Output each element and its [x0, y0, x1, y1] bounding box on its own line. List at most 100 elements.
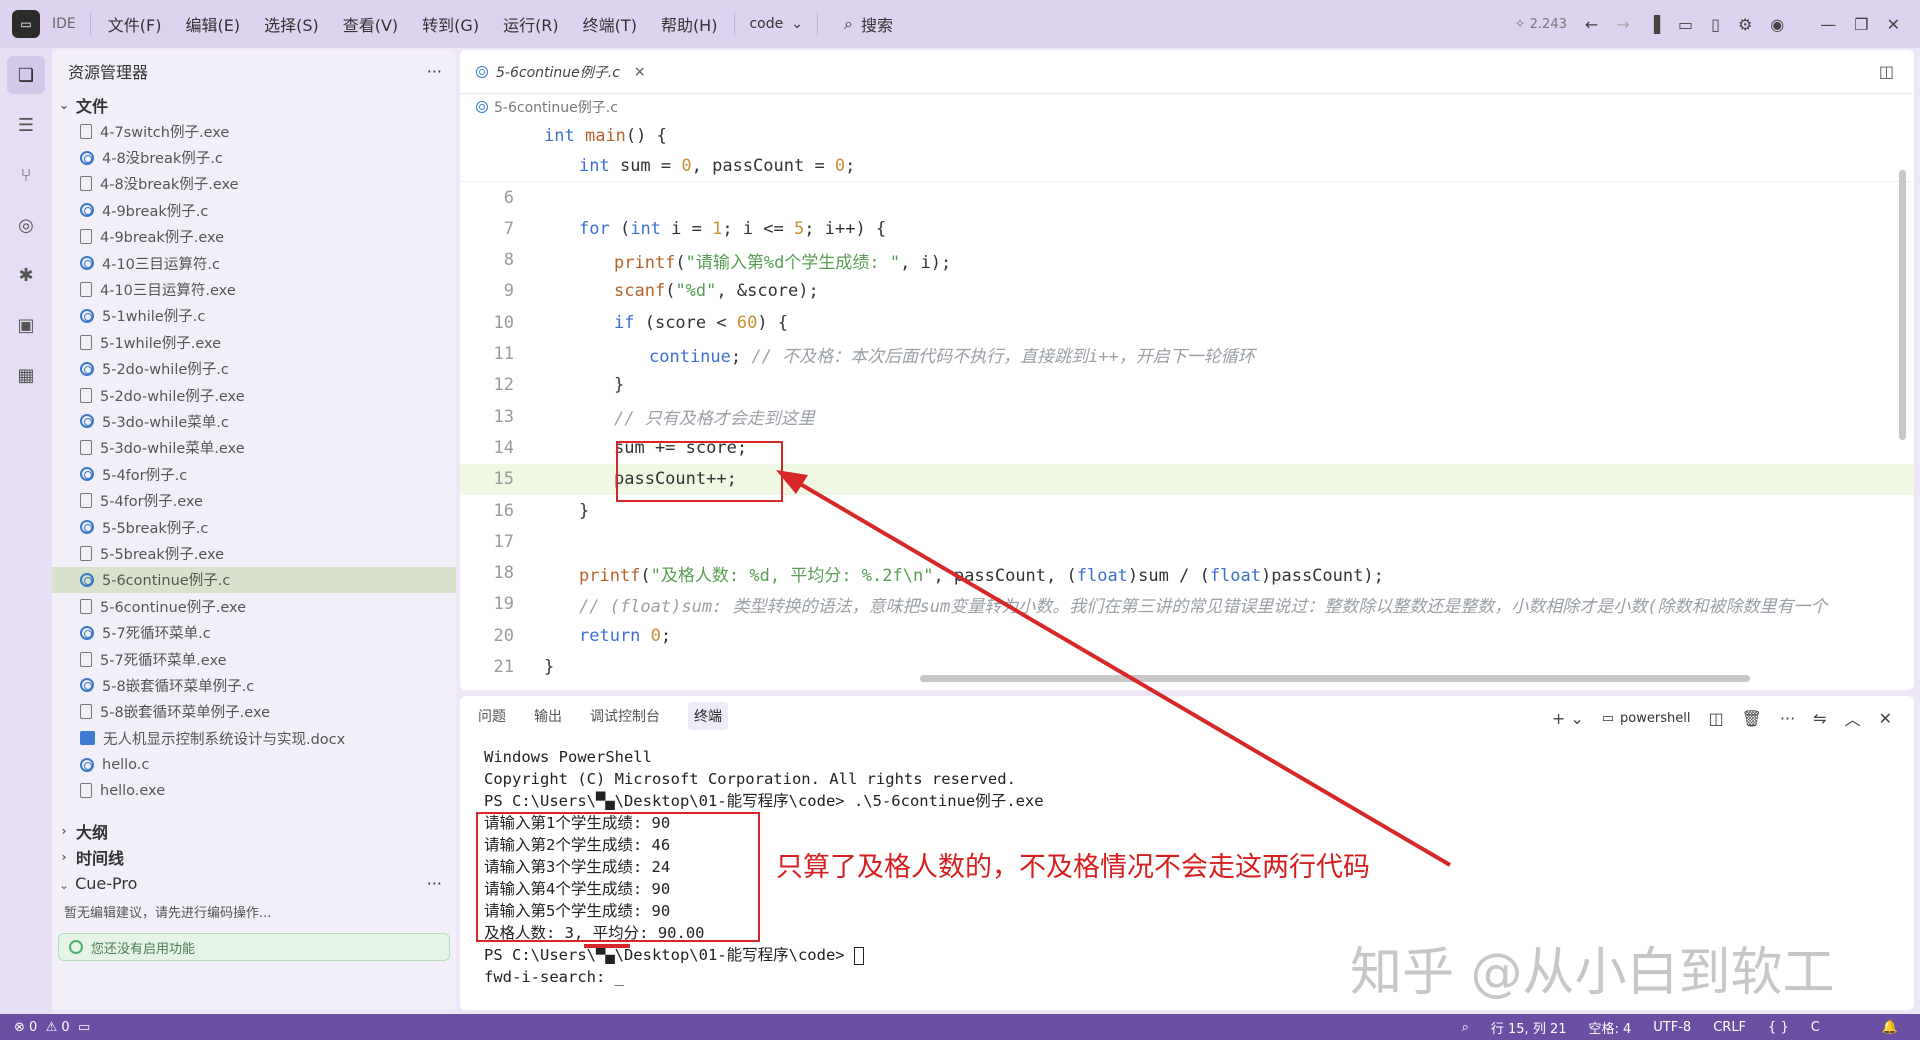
gear-icon[interactable]: ⚙	[1738, 15, 1752, 34]
code-line[interactable]: 13 // 只有及格才会走到这里	[460, 401, 1914, 432]
terminal-shell-selector[interactable]: ▭ powershell	[1602, 711, 1691, 726]
menu-goto[interactable]: 转到(G)	[419, 8, 482, 40]
eol-setting[interactable]: CRLF	[1713, 1020, 1746, 1035]
new-terminal-icon[interactable]: + ⌄	[1552, 709, 1584, 728]
ports-icon[interactable]: ▭	[78, 1020, 90, 1035]
file-item[interactable]: 5-8嵌套循环菜单例子.exe	[52, 699, 456, 725]
file-item[interactable]: 5-5break例子.exe	[52, 540, 456, 566]
toggle-secondary-sidebar-icon[interactable]: ▯	[1711, 15, 1720, 34]
file-item[interactable]: 4-8没break例子.exe	[52, 171, 456, 197]
app-logo-icon[interactable]: ▭	[12, 10, 40, 38]
file-item[interactable]: 5-3do-while菜单.c	[52, 408, 456, 434]
file-item[interactable]: 4-10三目运算符.exe	[52, 276, 456, 302]
remote-display-icon[interactable]: ▣	[7, 306, 45, 344]
braces-indicator[interactable]: { }	[1768, 1020, 1789, 1035]
code-line[interactable]: 12}	[460, 370, 1914, 401]
tab-5-6continue[interactable]: 5-6continue例子.c ×	[476, 62, 646, 82]
file-item[interactable]: hello.exe	[52, 778, 456, 804]
editor-horizontal-scrollbar[interactable]	[920, 675, 1750, 682]
forward-arrow-icon[interactable]: →	[1616, 15, 1629, 34]
toggle-panel-icon[interactable]: ▭	[1678, 15, 1693, 34]
split-terminal-icon[interactable]: ◫	[1708, 709, 1723, 728]
file-item[interactable]: 5-3do-while菜单.exe	[52, 435, 456, 461]
code-line[interactable]: 11 continue; // 不及格：本次后面代码不执行，直接跳到i++，开启下…	[460, 339, 1914, 370]
file-item[interactable]: 5-6continue例子.c	[52, 566, 456, 594]
file-item[interactable]: hello.c	[52, 751, 456, 777]
menu-edit[interactable]: 编辑(E)	[182, 8, 243, 40]
trash-icon[interactable]: 🗑	[1742, 709, 1762, 728]
code-line[interactable]: 20 return 0;	[460, 620, 1914, 651]
code-line[interactable]: 8 printf("请输入第%d个学生成绩: ", i);	[460, 245, 1914, 276]
maximize-panel-icon[interactable]: ︿	[1845, 706, 1861, 730]
code-line[interactable]: 19 // (float)sum: 类型转换的语法，意味把sum变量转为小数。我们…	[460, 589, 1914, 620]
tab-debug-console[interactable]: 调试控制台	[590, 706, 660, 726]
file-item[interactable]: 4-10三目运算符.c	[52, 250, 456, 276]
menu-terminal[interactable]: 终端(T)	[580, 8, 640, 40]
search-view-icon[interactable]: ☰	[7, 106, 45, 144]
file-item[interactable]: 5-1while例子.c	[52, 303, 456, 329]
file-item[interactable]: 5-8嵌套循环菜单例子.c	[52, 672, 456, 698]
code-line[interactable]: 7 for (int i = 1; i <= 5; i++) {	[460, 213, 1914, 244]
panel-layout-icon[interactable]: ⇋	[1813, 709, 1826, 728]
file-item[interactable]: 5-4for例子.c	[52, 461, 456, 487]
indent-setting[interactable]: 空格: 4	[1589, 1018, 1632, 1037]
code-line[interactable]: 9 scanf("%d", &score);	[460, 276, 1914, 307]
menu-help[interactable]: 帮助(H)	[658, 8, 721, 40]
more-actions-icon[interactable]: ···	[1780, 709, 1795, 728]
more-actions-icon[interactable]: ···	[427, 62, 442, 81]
file-item[interactable]: 5-5break例子.c	[52, 514, 456, 540]
notification-bell-icon[interactable]: 🔔	[1882, 1020, 1898, 1035]
files-section-header[interactable]: ⌄ 文件	[52, 92, 456, 118]
extensions-icon[interactable]: ▦	[7, 356, 45, 394]
file-item[interactable]: 5-7死循环菜单.c	[52, 619, 456, 645]
editor-vertical-scrollbar[interactable]	[1899, 170, 1906, 440]
warning-icon[interactable]: ⚠	[46, 1020, 58, 1035]
file-item[interactable]: 4-7switch例子.exe	[52, 118, 456, 144]
back-arrow-icon[interactable]: ←	[1585, 15, 1598, 34]
tab-output[interactable]: 输出	[534, 706, 562, 726]
file-item[interactable]: 5-1while例子.exe	[52, 329, 456, 355]
menu-run[interactable]: 运行(R)	[500, 8, 562, 40]
toggle-sidebar-icon[interactable]: ▐	[1648, 15, 1660, 34]
breadcrumb-file[interactable]: 5-6continue例子.c	[494, 97, 618, 117]
language-mode[interactable]: C	[1811, 1020, 1820, 1035]
restore-icon[interactable]: ❐	[1854, 15, 1868, 34]
encoding-setting[interactable]: UTF-8	[1653, 1020, 1691, 1035]
code-line[interactable]: 17	[460, 526, 1914, 557]
timeline-section-header[interactable]: › 时间线	[52, 844, 456, 870]
tab-terminal[interactable]: 终端	[688, 702, 728, 730]
file-item[interactable]: 5-2do-while例子.c	[52, 356, 456, 382]
workspace-dropdown[interactable]: code ⌄	[749, 16, 803, 32]
zoom-icon[interactable]: ⌕	[1462, 1020, 1469, 1035]
code-line[interactable]: 18 printf("及格人数: %d, 平均分: %.2f\n", passCo…	[460, 558, 1914, 589]
code-line[interactable]: 6	[460, 182, 1914, 213]
code-line[interactable]: 10 if (score < 60) {	[460, 307, 1914, 338]
close-icon[interactable]: ✕	[1887, 15, 1900, 34]
more-actions-icon[interactable]: ···	[427, 874, 442, 893]
search-box[interactable]: ⌕ 搜索	[844, 12, 893, 36]
explorer-icon[interactable]: ❏	[7, 56, 45, 94]
outline-section-header[interactable]: › 大纲	[52, 818, 456, 844]
account-icon[interactable]: ◉	[1770, 15, 1784, 34]
version-badge[interactable]: ✧ 2.243	[1515, 17, 1567, 32]
minimize-icon[interactable]: —	[1820, 15, 1836, 34]
cursor-position[interactable]: 行 15, 列 21	[1491, 1018, 1567, 1037]
split-editor-icon[interactable]: ◫	[1879, 62, 1894, 81]
file-item[interactable]: 4-8没break例子.c	[52, 144, 456, 170]
close-panel-icon[interactable]: ✕	[1879, 709, 1892, 728]
file-item[interactable]: 4-9break例子.exe	[52, 224, 456, 250]
debug-icon[interactable]: ✱	[7, 256, 45, 294]
error-icon[interactable]: ⊗	[14, 1020, 25, 1035]
tab-problems[interactable]: 问题	[478, 706, 506, 726]
menu-file[interactable]: 文件(F)	[105, 8, 165, 40]
cue-section-header[interactable]: ⌄ Cue-Pro ···	[52, 870, 456, 896]
source-control-icon[interactable]: ⑂	[7, 156, 45, 194]
file-item[interactable]: 5-4for例子.exe	[52, 487, 456, 513]
preview-eye-icon[interactable]: ◎	[7, 206, 45, 244]
menu-view[interactable]: 查看(V)	[340, 8, 401, 40]
file-item[interactable]: 5-6continue例子.exe	[52, 593, 456, 619]
file-item[interactable]: 4-9break例子.c	[52, 197, 456, 223]
close-icon[interactable]: ×	[634, 64, 646, 80]
menu-selection[interactable]: 选择(S)	[261, 8, 322, 40]
file-item[interactable]: 无人机显示控制系统设计与实现.docx	[52, 725, 456, 751]
